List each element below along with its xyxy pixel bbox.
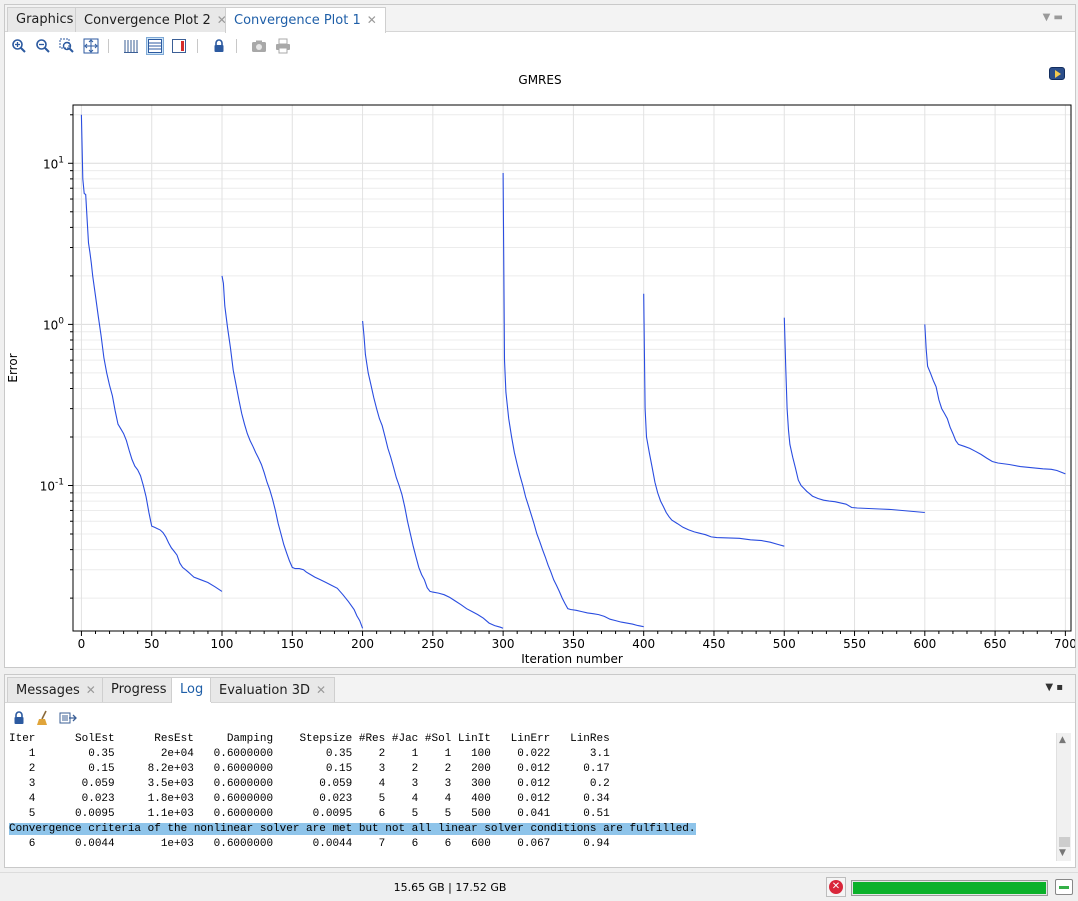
log-line: 6 0.0044 1e+03 0.6000000 0.0044 7 6 6 60… — [9, 838, 610, 850]
log-line: 3 0.059 3.5e+03 0.6000000 0.059 4 3 3 30… — [9, 778, 610, 790]
zoom-out-icon[interactable] — [34, 37, 52, 55]
plot-settings-icon[interactable] — [1049, 67, 1065, 80]
lock-icon[interactable] — [10, 709, 28, 727]
export-log-icon[interactable] — [58, 709, 78, 727]
tab-graphics[interactable]: Graphics — [7, 7, 83, 32]
x-tick-label: 300 — [492, 637, 515, 651]
scroll-down-icon[interactable]: ▼ — [1059, 848, 1066, 858]
view-menu-icon[interactable]: ▼ ▪ — [1045, 682, 1063, 693]
log-scrollbar[interactable]: ▲ ▼ — [1056, 733, 1071, 861]
grid-lines-icon[interactable] — [122, 37, 140, 55]
print-icon[interactable] — [274, 37, 292, 55]
convergence-plot[interactable]: 0 50 100 150 200 250 300 350 400 450 500 550 600 650 7… — [5, 95, 1075, 667]
zoom-in-icon[interactable] — [10, 37, 28, 55]
log-line: 4 0.023 1.8e+03 0.6000000 0.023 5 4 4 40… — [9, 793, 610, 805]
legend-table-icon[interactable] — [146, 37, 164, 55]
log-line: 2 0.15 8.2e+03 0.6000000 0.15 3 2 2 200 … — [9, 763, 610, 775]
x-tick-label: 250 — [421, 637, 444, 651]
x-tick-label: 100 — [211, 637, 234, 651]
plot-title: GMRES — [518, 73, 562, 87]
y-tick-label: 101 — [43, 155, 64, 171]
y-axis-label: Error — [6, 353, 20, 382]
y-tick-label: 100 — [43, 316, 64, 332]
x-tick-label: 50 — [144, 637, 159, 651]
x-tick-label: 600 — [913, 637, 936, 651]
log-line: 5 0.0095 1.1e+03 0.6000000 0.0095 6 5 5 … — [9, 808, 610, 820]
y-tick-label: 10-1 — [40, 478, 64, 494]
tab-log[interactable]: Log — [171, 677, 213, 703]
log-line: 1 0.35 2e+04 0.6000000 0.35 2 1 1 100 0.… — [9, 748, 610, 760]
x-tick-label: 650 — [984, 637, 1007, 651]
camera-icon[interactable] — [250, 37, 268, 55]
x-tick-label: 0 — [78, 637, 86, 651]
progress-bar — [851, 880, 1048, 896]
plot-frame — [72, 104, 1072, 632]
tab-convergence-plot-2[interactable]: Convergence Plot 2 ✕ — [75, 7, 236, 32]
x-tick-label: 400 — [632, 637, 655, 651]
toolbar-separator — [108, 39, 109, 53]
plot-toolbar — [5, 33, 1075, 59]
zoom-box-icon[interactable] — [58, 37, 76, 55]
log-header-line: Iter SolEst ResEst Damping Stepsize #Res… — [9, 733, 610, 745]
view-menu-icon[interactable]: ▼ ▬ — [1043, 12, 1063, 23]
close-icon[interactable]: ✕ — [367, 13, 377, 27]
x-tick-label: 700 — [1054, 637, 1075, 651]
zoom-extents-icon[interactable] — [82, 37, 100, 55]
tab-messages[interactable]: Messages ✕ — [7, 677, 105, 702]
tab-evaluation-3d[interactable]: Evaluation 3D ✕ — [210, 677, 336, 702]
x-tick-label: 350 — [562, 637, 585, 651]
log-window: Messages ✕ Progress Log Evaluation 3D ✕ ▼ … — [4, 674, 1076, 868]
x-axis-label: Iteration number — [521, 652, 623, 666]
cancel-icon: ✕ — [829, 880, 843, 894]
x-tick-label: 200 — [351, 637, 374, 651]
cancel-button[interactable]: ✕ — [826, 877, 846, 897]
close-icon[interactable]: ✕ — [86, 683, 96, 697]
x-tick-label: 500 — [773, 637, 796, 651]
x-tick-label: 150 — [281, 637, 304, 651]
tab-progress[interactable]: Progress — [102, 677, 176, 702]
scroll-thumb[interactable] — [1059, 837, 1070, 847]
plot-window: Graphics Convergence Plot 2 ✕ Convergence… — [4, 4, 1076, 668]
memory-usage: 15.65 GB | 17.52 GB — [393, 881, 507, 894]
lock-icon[interactable] — [210, 37, 228, 55]
x-tick-label: 550 — [843, 637, 866, 651]
close-icon[interactable]: ✕ — [316, 683, 326, 697]
log-output[interactable]: Iter SolEst ResEst Damping Stepsize #Res… — [9, 732, 1055, 864]
log-warning-line: Convergence criteria of the nonlinear so… — [9, 823, 696, 835]
progress-fill — [853, 882, 1046, 894]
progress-window-icon[interactable] — [1055, 879, 1073, 895]
bottom-tab-bar: Messages ✕ Progress Log Evaluation 3D ✕ ▼ … — [5, 675, 1075, 703]
status-bar: 15.65 GB | 17.52 GB ✕ — [0, 872, 1078, 901]
toolbar-separator — [236, 39, 237, 53]
scroll-up-icon[interactable]: ▲ — [1059, 735, 1066, 745]
legend-color-icon[interactable] — [170, 37, 188, 55]
toolbar-separator — [197, 39, 198, 53]
tab-convergence-plot-1[interactable]: Convergence Plot 1 ✕ — [225, 7, 386, 33]
clear-broom-icon[interactable] — [34, 709, 52, 727]
x-tick-label: 450 — [703, 637, 726, 651]
top-tab-bar: Graphics Convergence Plot 2 ✕ Convergence… — [5, 5, 1075, 33]
